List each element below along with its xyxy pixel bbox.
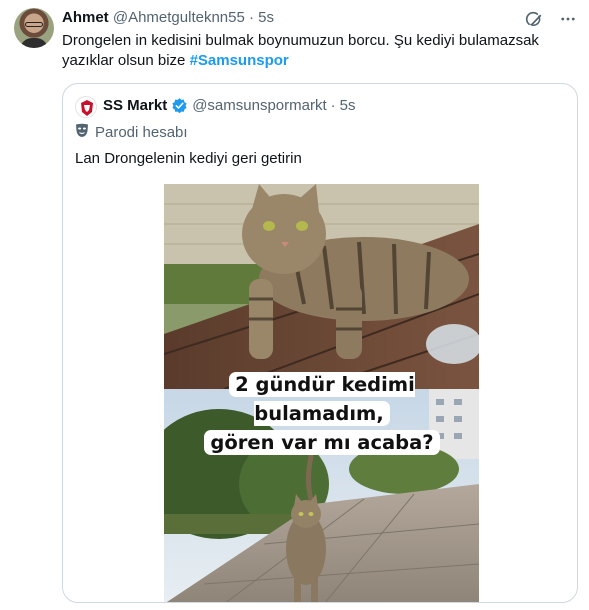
media-caption: 2 gündür kedimi bulamadım, gören var mı … <box>177 370 467 457</box>
parody-mask-icon <box>75 123 89 142</box>
media-caption-line1: 2 gündür kedimi bulamadım, <box>229 372 415 426</box>
author-avatar[interactable] <box>14 8 54 48</box>
more-icon[interactable] <box>559 10 577 33</box>
quote-author-name[interactable]: SS Markt <box>103 97 167 114</box>
quote-media-image[interactable]: 2 gündür kedimi bulamadım, gören var mı … <box>164 184 479 602</box>
tweet-body: Drongelen in kedisini bulmak boynumuzun … <box>62 32 539 69</box>
tweet-time[interactable]: 5s <box>258 9 274 26</box>
tweet-text: Drongelen in kedisini bulmak boynumuzun … <box>62 31 572 71</box>
author-name[interactable]: Ahmet <box>62 9 109 26</box>
quote-time[interactable]: 5s <box>340 97 356 114</box>
quote-separator-dot: · <box>330 97 336 114</box>
hashtag-link[interactable]: #Samsunspor <box>190 52 289 69</box>
tweet-actions <box>525 10 577 33</box>
author-handle[interactable]: @Ahmetgulteknn55 <box>113 9 245 26</box>
quote-header: SS Markt @samsunspormarkt · 5s <box>103 97 355 114</box>
verified-badge-icon <box>171 97 188 114</box>
grok-icon[interactable] <box>525 10 543 33</box>
quote-author-handle[interactable]: @samsunspormarkt <box>192 97 326 114</box>
parody-label: Parodi hesabı <box>75 123 188 142</box>
quote-avatar[interactable] <box>75 96 97 118</box>
media-caption-line2: gören var mı acaba? <box>204 430 440 455</box>
separator-dot: · <box>249 9 254 26</box>
quote-text: Lan Drongelenin kediyi geri getirin <box>75 150 302 167</box>
parody-label-text: Parodi hesabı <box>95 124 188 141</box>
tweet-header: Ahmet @Ahmetgulteknn55 · 5s <box>62 9 274 26</box>
quoted-tweet[interactable]: SS Markt @samsunspormarkt · 5s Parodi he… <box>62 83 578 603</box>
